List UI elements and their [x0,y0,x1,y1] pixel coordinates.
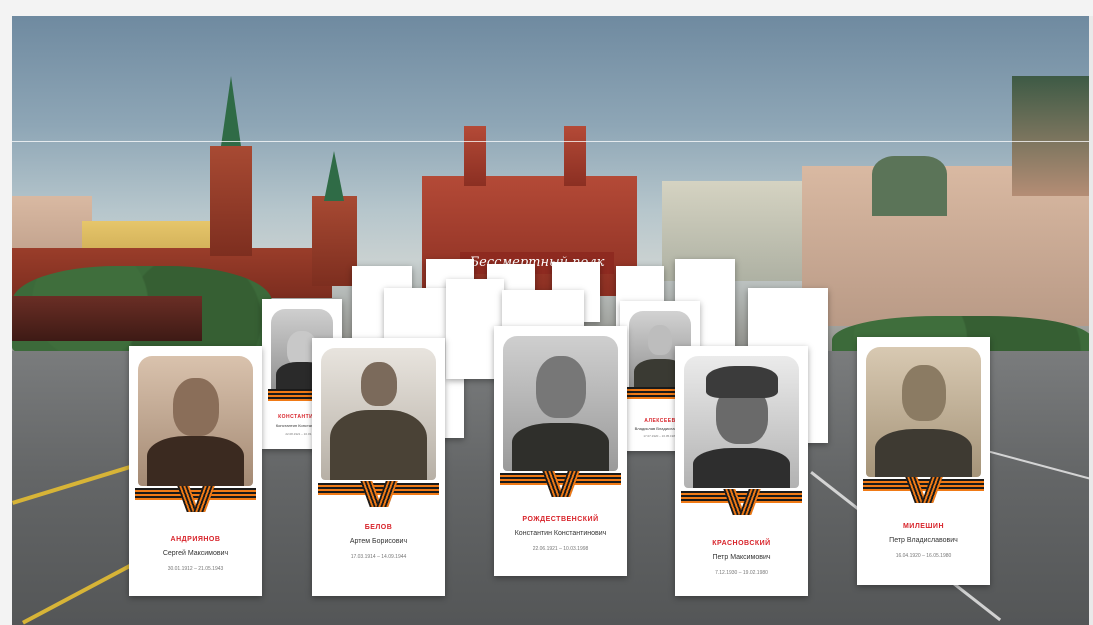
full-name: Константин Константинович [514,530,607,537]
portrait-photo [684,356,799,488]
life-dates: 22.06.1921 – 10.03.1998 [532,546,589,552]
st-george-ribbon-icon [541,471,581,497]
tower-spire-corner [324,151,344,201]
full-name: Петр Максимович [712,554,771,561]
surname: КРАСНОВСКИЙ [712,540,771,547]
full-name: Артем Борисович [349,538,408,545]
hat [705,366,778,398]
portrait-card-mileshin: МИЛЕШИН Петр Владиславович 16.04.1920 – … [857,337,990,585]
portrait-card-andriyanov: АНДРИЯНОВ Сергей Максимович 30.01.1912 –… [129,346,262,596]
surname: РОЖДЕСТВЕНСКИЙ [522,516,599,523]
portrait-card-krasnovsky: КРАСНОВСКИЙ Петр Максимович 7.12.1930 – … [675,346,808,596]
gum-green-roof [872,156,947,216]
portrait-card-rozhdestvensky: РОЖДЕСТВЕНСКИЙ Константин Константинович… [494,326,627,576]
life-dates: 7.12.1930 – 19.02.1980 [715,570,768,576]
portrait-photo [503,336,618,471]
portrait-photo [321,348,436,480]
st-george-ribbon-icon [722,489,762,515]
surname: МИЛЕШИН [902,523,945,530]
st-george-ribbon-icon [359,481,399,507]
top-margin [0,0,1093,16]
full-name: Сергей Максимович [162,550,229,557]
right-edge [1089,16,1093,625]
lenin-mausoleum [12,296,202,341]
life-dates: 17.03.1914 – 14.09.1944 [350,554,407,560]
corner-tower [312,196,357,286]
surname: АНДРИЯНОВ [170,536,221,543]
life-dates: 16.04.1920 – 16.05.1980 [895,553,952,559]
full-name: Петр Владиславович [889,537,958,544]
museum-tower-right [564,126,586,186]
immortal-regiment-scene: Бессмертный полк КОНСТАНТИНОВ Константин… [12,16,1093,625]
gum-tower [1012,76,1093,196]
st-george-ribbon-icon [176,486,216,512]
st-george-ribbon-icon [904,477,944,503]
overlay-line [12,141,1093,142]
life-dates: 30.01.1912 – 21.05.1943 [167,566,224,572]
portrait-card-belov: БЕЛОВ Артем Борисович 17.03.1914 – 14.09… [312,338,445,596]
surname: БЕЛОВ [364,524,393,531]
portrait-photo [138,356,253,486]
museum-tower-left [464,126,486,186]
portrait-photo [866,347,981,477]
tower-spire-left [221,76,241,146]
nikolskaya-tower [210,146,252,256]
